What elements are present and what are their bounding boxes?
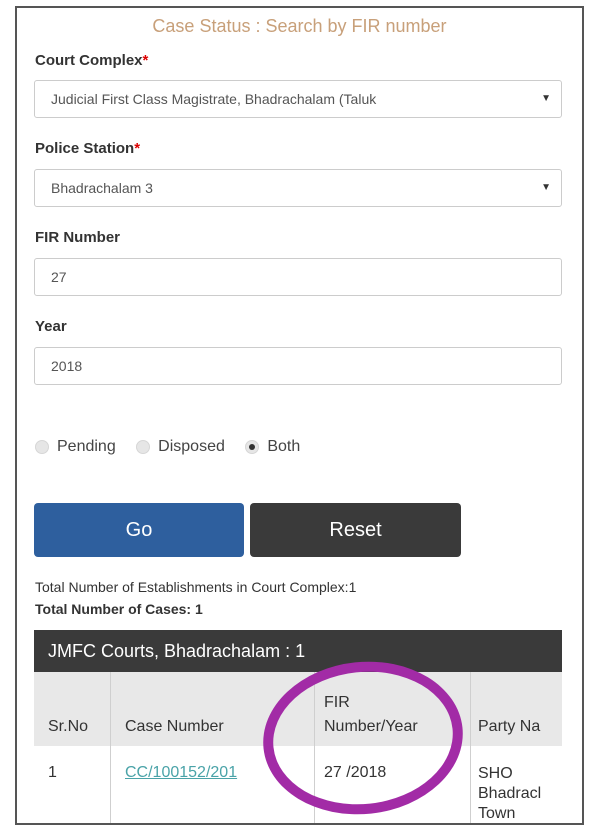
- cell-sr-no: 1: [48, 764, 57, 781]
- radio-button-selected-icon[interactable]: [245, 439, 260, 454]
- header-sr-no: Sr.No: [48, 718, 89, 735]
- police-station-label-text: Police Station: [35, 140, 135, 157]
- required-mark: *: [142, 52, 149, 69]
- party-line: Bhadracl: [478, 785, 542, 802]
- fir-search-panel: Case Status : Search by FIR number Court…: [15, 6, 584, 825]
- police-station-select[interactable]: Bhadrachalam 3 ▼: [34, 169, 562, 207]
- police-station-label: Police Station*: [35, 140, 140, 157]
- radio-disposed[interactable]: Disposed: [136, 438, 229, 455]
- radio-button-icon[interactable]: [136, 439, 151, 454]
- court-complex-value: Judicial First Class Magistrate, Bhadrac…: [51, 91, 377, 107]
- fir-number-value: 27: [51, 269, 67, 285]
- cases-count: Total Number of Cases: 1: [35, 601, 203, 617]
- police-station-value: Bhadrachalam 3: [51, 180, 153, 196]
- table-title: JMFC Courts, Bhadrachalam : 1: [34, 630, 562, 672]
- fir-number-label: FIR Number: [35, 229, 121, 246]
- party-line: SHO: [478, 765, 513, 782]
- caret-down-icon: ▼: [541, 182, 551, 193]
- case-status-radio-group: Pending Disposed Both: [35, 438, 316, 456]
- radio-disposed-label: Disposed: [158, 438, 225, 455]
- year-value: 2018: [51, 358, 83, 374]
- cell-fir-year: 27 /2018: [324, 764, 387, 781]
- reset-button[interactable]: Reset: [250, 503, 461, 557]
- fir-number-input[interactable]: 27: [34, 258, 562, 296]
- header-number-year: Number/Year: [324, 718, 418, 735]
- year-input[interactable]: 2018: [34, 347, 562, 385]
- go-button[interactable]: Go: [34, 503, 244, 557]
- cell-party-name: SHO Bhadracl Town: [478, 764, 542, 823]
- court-complex-label: Court Complex*: [35, 52, 148, 69]
- radio-both[interactable]: Both: [245, 438, 300, 455]
- radio-pending[interactable]: Pending: [35, 438, 120, 455]
- header-case-number: Case Number: [125, 718, 224, 735]
- radio-pending-label: Pending: [57, 438, 116, 455]
- table-row: 1 CC/100152/201 27 /2018 SHO Bhadracl To…: [34, 746, 562, 823]
- caret-down-icon: ▼: [541, 93, 551, 104]
- case-number-link[interactable]: CC/100152/201: [125, 764, 237, 782]
- header-fir: FIR: [324, 694, 350, 711]
- required-mark: *: [134, 140, 141, 157]
- court-complex-label-text: Court Complex: [35, 52, 143, 69]
- header-party-name: Party Na: [478, 718, 541, 735]
- establishments-count: Total Number of Establishments in Court …: [35, 579, 357, 595]
- results-table: JMFC Courts, Bhadrachalam : 1 Sr.No Case…: [34, 630, 562, 823]
- party-line: Town: [478, 805, 516, 822]
- radio-both-label: Both: [267, 438, 301, 455]
- table-header-row: Sr.No Case Number FIR Number/Year Party …: [34, 672, 562, 746]
- court-complex-select[interactable]: Judicial First Class Magistrate, Bhadrac…: [34, 80, 562, 118]
- radio-button-icon[interactable]: [35, 439, 49, 454]
- year-label: Year: [35, 318, 67, 335]
- page-title: Case Status : Search by FIR number: [152, 16, 447, 36]
